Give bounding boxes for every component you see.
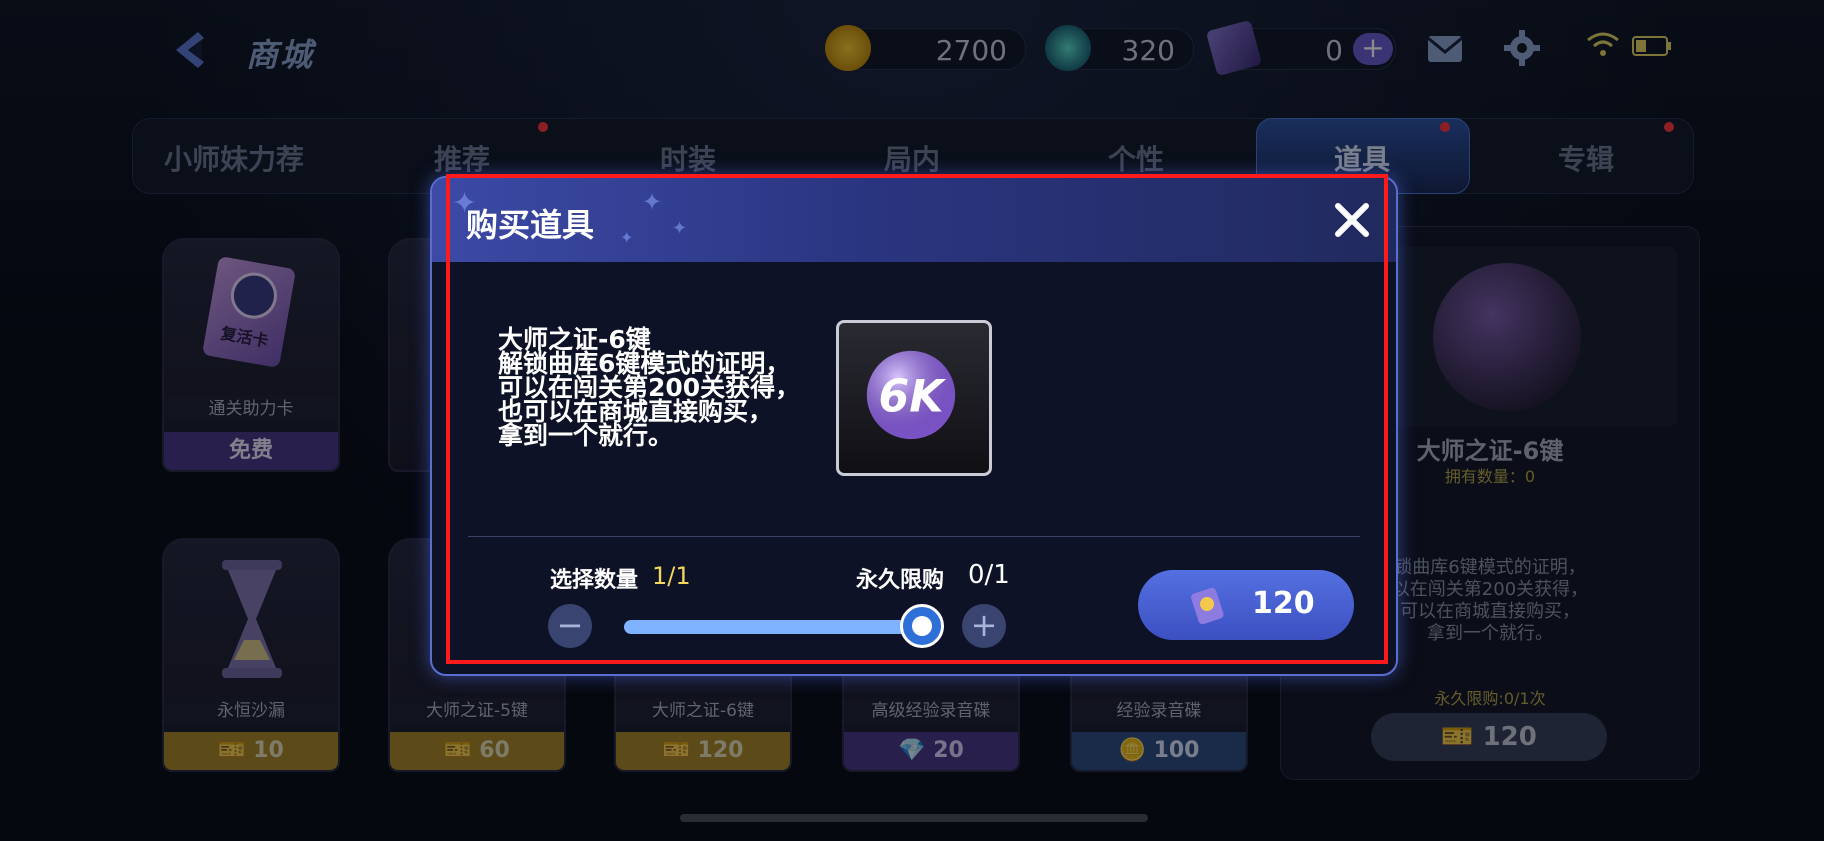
item-info: 大师之证-6键 解锁曲库6键模式的证明， 可以在闯关第200关获得， 也可以在商…: [498, 327, 818, 450]
dialog-divider: [468, 536, 1360, 537]
sparkle-icon: ✦: [620, 228, 634, 247]
quantity-slider-handle[interactable]: [900, 604, 944, 648]
item-icon: 6K: [836, 320, 992, 476]
buy-button[interactable]: 120: [1138, 570, 1354, 640]
purchase-dialog: ✦ ✦ ✦ ✦ 购买道具 大师之证-6键 解锁曲库6键模式的证明， 可以在闯关第…: [430, 176, 1398, 676]
purchase-limit-label: 永久限购: [856, 568, 945, 593]
quantity-label: 选择数量: [550, 568, 639, 593]
quantity-slider[interactable]: [624, 620, 920, 634]
close-icon[interactable]: [1330, 198, 1374, 242]
decrease-quantity-button[interactable]: −: [548, 604, 592, 648]
buy-price: 120: [1252, 586, 1315, 621]
sparkle-icon: ✦: [642, 188, 663, 216]
ticket-icon: [1191, 587, 1224, 625]
quantity-value: 1/1: [652, 562, 691, 590]
six-key-label: 6K: [879, 371, 947, 422]
increase-quantity-button[interactable]: +: [962, 604, 1006, 648]
purchase-limit-value: 0/1: [968, 560, 1010, 590]
sparkle-icon: ✦: [672, 218, 688, 239]
item-desc-line: 拿到一个就行。: [498, 421, 674, 450]
dialog-header: ✦ ✦ ✦ ✦ 购买道具: [432, 178, 1396, 262]
dialog-title: 购买道具: [466, 206, 595, 244]
